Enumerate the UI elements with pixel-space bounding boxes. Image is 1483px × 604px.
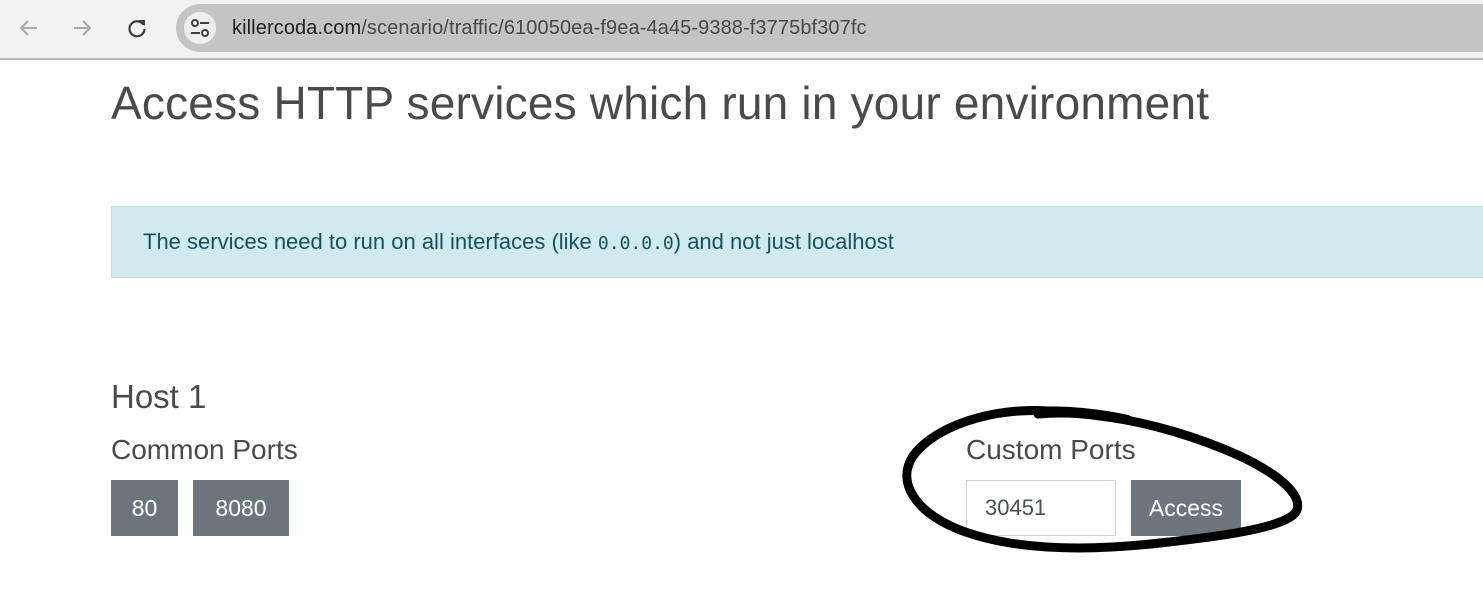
url-path: /scenario/traffic/610050ea-f9ea-4a45-938… [361, 17, 867, 39]
alert-text-before: The services need to run on all interfac… [143, 229, 598, 254]
info-alert: The services need to run on all interfac… [111, 206, 1483, 278]
port-8080-button[interactable]: 8080 [193, 480, 289, 536]
url-host: killercoda.com [232, 17, 362, 39]
common-ports-label: Common Ports [111, 434, 298, 465]
forward-button[interactable] [65, 11, 99, 45]
arrow-right-icon [74, 20, 92, 36]
browser-toolbar: killercoda.com/scenario/traffic/610050ea… [0, 0, 1483, 60]
custom-port-input[interactable] [966, 480, 1116, 536]
access-button[interactable]: Access [1131, 480, 1241, 536]
page-title: Access HTTP services which run in your e… [111, 77, 1210, 129]
url-text: killercoda.com/scenario/traffic/610050ea… [232, 17, 867, 40]
port-80-button[interactable]: 80 [111, 480, 178, 536]
tune-icon [191, 19, 209, 37]
address-bar[interactable]: killercoda.com/scenario/traffic/610050ea… [176, 4, 1483, 52]
alert-text-after: ) and not just localhost [673, 229, 894, 254]
alert-text: The services need to run on all interfac… [143, 229, 894, 255]
site-info-button[interactable] [184, 12, 216, 44]
reload-button[interactable] [120, 11, 154, 45]
back-button[interactable] [12, 11, 46, 45]
custom-ports-label: Custom Ports [966, 434, 1136, 465]
reload-icon [128, 20, 146, 38]
arrow-left-icon [19, 20, 37, 36]
alert-code: 0.0.0.0 [597, 233, 674, 254]
host-heading: Host 1 [111, 378, 207, 415]
